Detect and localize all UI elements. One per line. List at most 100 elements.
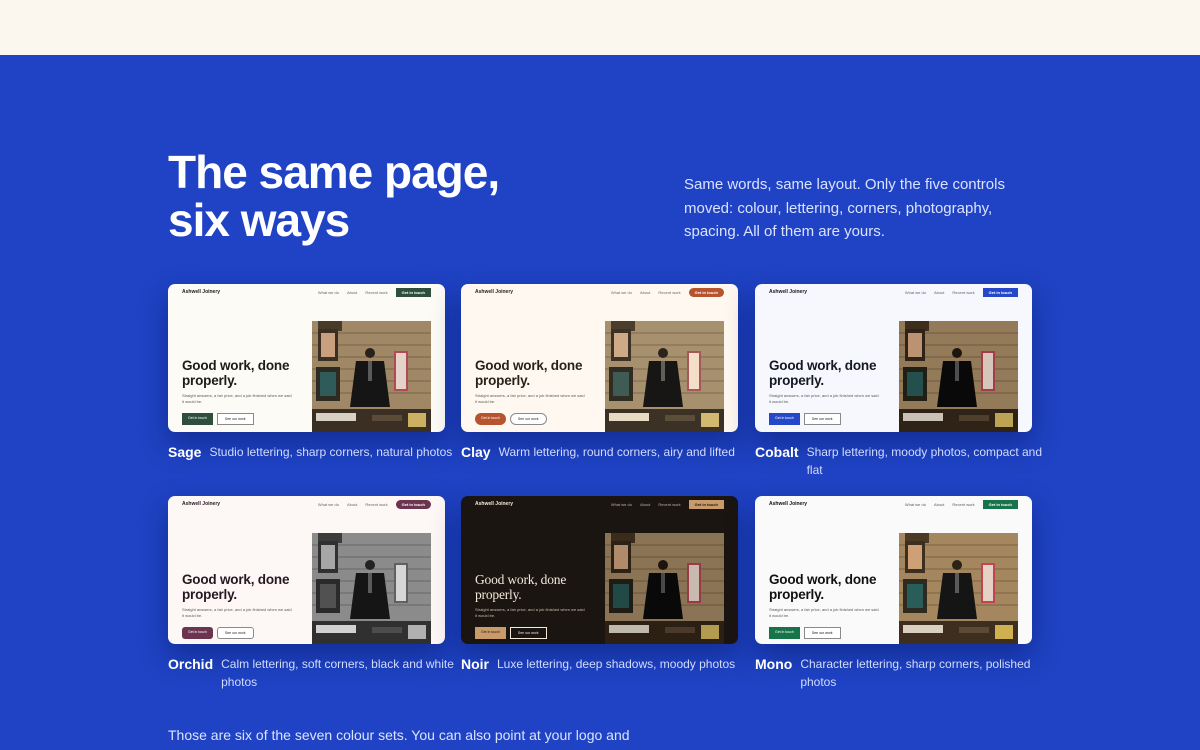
preview-secondary-button: See our work <box>216 627 254 639</box>
preview-hero-subtitle: Straight answers, a fair price, and a jo… <box>475 607 585 618</box>
preview-nav-link: What we do <box>904 290 926 295</box>
preview-secondary-button: See our work <box>803 413 841 425</box>
preview-nav: Ashwell Joinery What we do About Recent wo… <box>168 496 445 516</box>
preview-nav-links: What we do About Recent work Get in touch <box>611 500 724 509</box>
preview-buttons: Get in touch See our work <box>769 627 841 639</box>
workshop-photo-image <box>605 533 724 644</box>
top-band <box>0 0 1200 55</box>
preview-nav-link: Recent work <box>952 502 975 507</box>
preview-photo <box>312 321 431 432</box>
preview-hero-title: Good work, done properly. <box>182 358 290 388</box>
variant-name: Mono <box>755 656 793 672</box>
preview-nav-link: Recent work <box>952 290 975 295</box>
preview-nav-link: Recent work <box>658 290 681 295</box>
preview-buttons: Get in touch See our work <box>182 627 254 639</box>
preview-photo <box>312 533 431 644</box>
preview-hero-title: Good work, done properly. <box>769 358 877 388</box>
preview-buttons: Get in touch See our work <box>475 627 547 639</box>
preview-nav-cta: Get in touch <box>395 288 431 297</box>
preview-hero-subtitle: Straight answers, a fair price, and a jo… <box>182 607 292 618</box>
preview-primary-button: Get in touch <box>475 413 506 425</box>
caption-orchid: Orchid Calm lettering, soft corners, bla… <box>168 655 458 691</box>
variant-name: Orchid <box>168 656 214 672</box>
preview-photo <box>605 533 724 644</box>
preview-photo <box>899 533 1018 644</box>
preview-nav-link: About <box>639 290 651 295</box>
preview-nav: Ashwell Joinery What we do About Recent wo… <box>168 284 445 304</box>
preview-hero-title: Good work, done properly. <box>475 358 583 388</box>
preview-nav-cta: Get in touch <box>688 500 724 509</box>
preview-hero-subtitle: Straight answers, a fair price, and a jo… <box>475 393 585 404</box>
preview-hero-title: Good work, done properly. <box>769 572 877 602</box>
preview-nav-link: What we do <box>610 290 632 295</box>
preview-nav-cta: Get in touch <box>688 288 724 297</box>
workshop-photo-image <box>899 533 1018 644</box>
preview-hero-title: Good work, done properly. <box>182 572 290 602</box>
preview-card-noir[interactable]: Ashwell Joinery What we do About Recent wo… <box>461 496 738 644</box>
preview-nav-link: About <box>639 502 651 507</box>
variant-name: Sage <box>168 444 202 460</box>
variant-description: Character lettering, sharp corners, poli… <box>800 657 1031 689</box>
preview-primary-button: Get in touch <box>182 413 213 425</box>
caption-sage: Sage Studio lettering, sharp corners, na… <box>168 443 458 461</box>
preview-nav-cta: Get in touch <box>395 500 431 509</box>
section-heading: The same page, six ways <box>168 146 500 246</box>
caption-cobalt: Cobalt Sharp lettering, moody photos, co… <box>755 443 1045 479</box>
preview-card-mono[interactable]: Ashwell Joinery What we do About Recent wo… <box>755 496 1032 644</box>
preview-card-orchid[interactable]: Ashwell Joinery What we do About Recent wo… <box>168 496 445 644</box>
preview-nav-link: About <box>933 502 945 507</box>
preview-nav-link: About <box>346 502 358 507</box>
preview-nav-link: Recent work <box>658 502 681 507</box>
variant-name: Noir <box>461 656 489 672</box>
variant-description: Warm lettering, round corners, airy and … <box>498 445 735 459</box>
preview-brand: Ashwell Joinery <box>769 289 808 295</box>
preview-buttons: Get in touch See our work <box>182 413 254 425</box>
preview-nav-links: What we do About Recent work Get in touch <box>318 500 431 509</box>
preview-card-clay[interactable]: Ashwell Joinery What we do About Recent wo… <box>461 284 738 432</box>
preview-brand: Ashwell Joinery <box>182 289 221 295</box>
preview-photo <box>899 321 1018 432</box>
caption-noir: Noir Luxe lettering, deep shadows, moody… <box>461 655 751 673</box>
variant-name: Cobalt <box>755 444 799 460</box>
preview-hero-subtitle: Straight answers, a fair price, and a jo… <box>769 393 879 404</box>
preview-primary-button: Get in touch <box>769 413 800 425</box>
variant-description: Studio lettering, sharp corners, natural… <box>209 445 453 459</box>
preview-nav: Ashwell Joinery What we do About Recent wo… <box>755 496 1032 516</box>
variant-description: Luxe lettering, deep shadows, moody phot… <box>497 657 736 671</box>
preview-nav-link: What we do <box>610 502 632 507</box>
preview-card-cobalt[interactable]: Ashwell Joinery What we do About Recent wo… <box>755 284 1032 432</box>
section-intro: Same words, same layout. Only the five c… <box>684 176 1005 240</box>
preview-nav-link: What we do <box>904 502 926 507</box>
preview-brand: Ashwell Joinery <box>475 289 514 295</box>
preview-photo <box>605 321 724 432</box>
preview-nav: Ashwell Joinery What we do About Recent wo… <box>461 496 738 516</box>
preview-primary-button: Get in touch <box>769 627 800 639</box>
preview-hero-title: Good work, done properly. <box>475 572 567 602</box>
preview-secondary-button: See our work <box>803 627 841 639</box>
preview-primary-button: Get in touch <box>182 627 213 639</box>
preview-secondary-button: See our work <box>216 413 254 425</box>
preview-card-sage[interactable]: Ashwell Joinery What we do About Recent wo… <box>168 284 445 432</box>
caption-mono: Mono Character lettering, sharp corners,… <box>755 655 1045 691</box>
preview-nav-links: What we do About Recent work Get in touch <box>611 288 724 297</box>
preview-hero-subtitle: Straight answers, a fair price, and a jo… <box>769 607 879 618</box>
preview-nav: Ashwell Joinery What we do About Recent wo… <box>755 284 1032 304</box>
preview-secondary-button: See our work <box>509 627 547 639</box>
preview-nav: Ashwell Joinery What we do About Recent wo… <box>461 284 738 304</box>
preview-brand: Ashwell Joinery <box>475 501 514 507</box>
preview-nav-links: What we do About Recent work Get in touch <box>905 288 1018 297</box>
variant-description: Calm lettering, soft corners, black and … <box>221 657 454 689</box>
preview-brand: Ashwell Joinery <box>769 501 808 507</box>
preview-nav-links: What we do About Recent work Get in touch <box>905 500 1018 509</box>
variant-description: Sharp lettering, moody photos, compact a… <box>806 445 1043 477</box>
preview-nav-links: What we do About Recent work Get in touch <box>318 288 431 297</box>
workshop-photo-image <box>312 533 431 644</box>
workshop-photo-image <box>312 321 431 432</box>
preview-brand: Ashwell Joinery <box>182 501 221 507</box>
preview-nav-cta: Get in touch <box>982 500 1018 509</box>
preview-hero-subtitle: Straight answers, a fair price, and a jo… <box>182 393 292 404</box>
preview-nav-link: About <box>933 290 945 295</box>
preview-nav-link: Recent work <box>365 290 388 295</box>
preview-nav-link: About <box>346 290 358 295</box>
preview-primary-button: Get in touch <box>475 627 506 639</box>
